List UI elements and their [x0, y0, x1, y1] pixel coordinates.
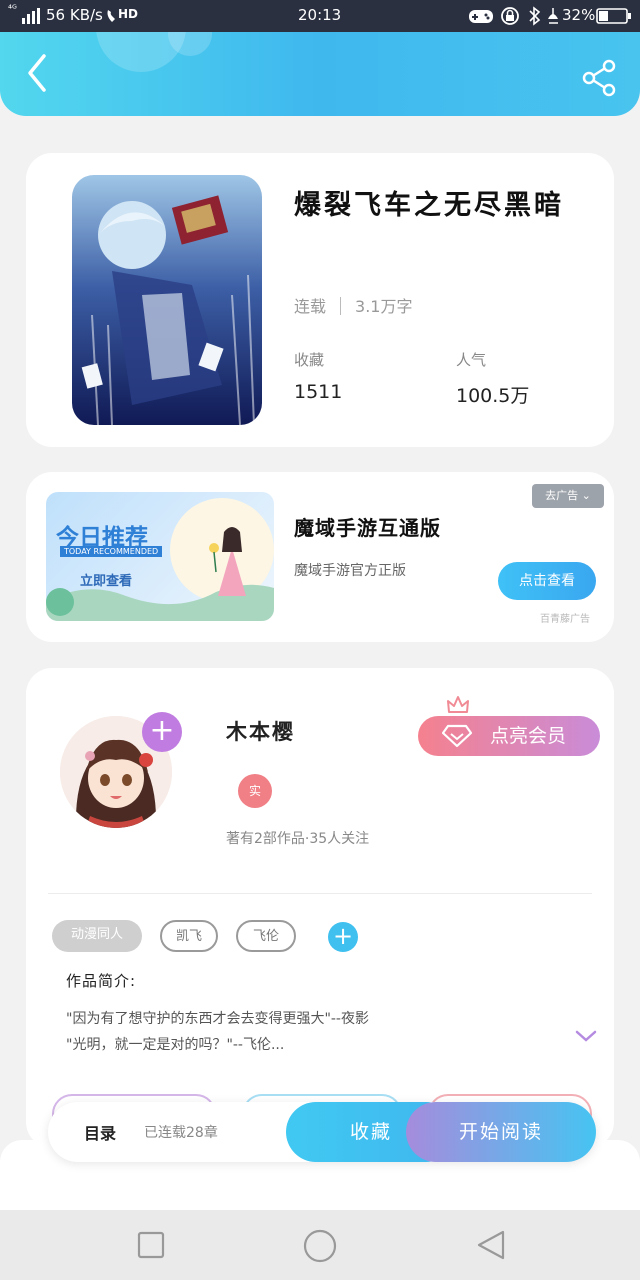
back-nav-icon[interactable] — [474, 1228, 508, 1262]
author-name: 木本樱 — [226, 720, 295, 744]
ad-banner-image[interactable]: 今日推荐 TODAY RECOMMENDED 立即查看 — [46, 492, 274, 621]
vip-button[interactable]: 点亮会员 — [418, 716, 600, 756]
share-icon[interactable] — [580, 58, 620, 98]
back-icon[interactable] — [20, 48, 60, 98]
tag-item[interactable]: 飞伦 — [236, 920, 296, 952]
network-speed: 56 KB/s — [46, 6, 103, 24]
toc-button[interactable]: 目录 — [84, 1120, 116, 1144]
battery-percent: 32% — [562, 6, 596, 24]
ad-title: 魔域手游互通版 — [294, 516, 441, 540]
recent-apps-icon[interactable] — [136, 1230, 166, 1260]
ad-cta-button[interactable]: 点击查看 — [498, 562, 596, 600]
vip-button-label: 点亮会员 — [490, 725, 567, 747]
gamepad-icon — [469, 10, 493, 23]
start-reading-button[interactable]: 开始阅读 — [406, 1102, 596, 1162]
favorites-label: 收藏 — [294, 351, 325, 369]
verified-badge: 实 — [238, 774, 272, 808]
intro-label: 作品简介: — [66, 972, 137, 990]
author-card: + 木本樱 实 著有2部作品·35人关注 点亮会员 动漫同人 凯飞 飞伦 + 作… — [26, 668, 614, 1148]
crown-icon — [447, 696, 469, 713]
battery-icon — [596, 8, 631, 24]
alarm-icon — [548, 8, 558, 24]
popularity-count: 100.5万 — [456, 385, 530, 407]
divider — [340, 297, 342, 315]
lock-rotation-icon — [501, 7, 519, 25]
hd-indicator: HD — [118, 7, 139, 21]
network-indicator: ⁴ᴳ — [8, 4, 17, 15]
popularity-label: 人气 — [456, 351, 487, 369]
signal-icon — [22, 8, 40, 24]
header — [0, 32, 640, 116]
chapter-count: 已连载28章 — [144, 1125, 218, 1141]
system-nav-bar — [0, 1210, 640, 1280]
chevron-down-icon[interactable] — [574, 1028, 598, 1044]
add-tag-button[interactable]: + — [328, 922, 358, 952]
action-bar: 目录 已连载28章 收藏 开始阅读 — [48, 1102, 596, 1162]
book-info-card: 爆裂飞车之无尽黑暗 连载 3.1万字 收藏 1511 人气 100.5万 — [26, 153, 614, 447]
home-icon[interactable] — [302, 1228, 338, 1264]
intro-text-line: "光明，就一定是对的吗？"--飞伦... — [66, 1037, 285, 1053]
serial-status: 连载 — [294, 297, 327, 316]
diamond-icon — [442, 724, 472, 748]
banner-subtitle: TODAY RECOMMENDED — [60, 546, 163, 557]
remove-ad-button[interactable]: 去广告 ⌄ — [532, 484, 604, 508]
favorites-count: 1511 — [294, 381, 343, 403]
book-title: 爆裂飞车之无尽黑暗 — [294, 190, 564, 221]
status-bar: ⁴ᴳ 56 KB/s HD 20:13 32% — [0, 0, 640, 32]
ad-description: 魔域手游官方正版 — [294, 563, 406, 579]
ad-source-label: 百青藤广告 — [540, 614, 590, 625]
author-stats: 著有2部作品·35人关注 — [226, 831, 370, 847]
tag-item[interactable]: 动漫同人 — [52, 920, 142, 952]
intro-text-line: "因为有了想守护的东西才会去变得更强大"--夜影 — [66, 1011, 369, 1027]
banner-view-button[interactable]: 立即查看 — [80, 570, 132, 589]
book-status-row: 连载 3.1万字 — [294, 293, 412, 317]
follow-author-button[interactable]: + — [142, 712, 182, 752]
book-cover[interactable] — [72, 175, 262, 425]
divider — [48, 893, 592, 894]
bluetooth-icon — [529, 6, 541, 26]
ad-card[interactable]: 今日推荐 TODAY RECOMMENDED 立即查看 魔域手游互通版 魔域手游… — [26, 472, 614, 642]
word-count: 3.1万字 — [355, 297, 413, 316]
clock: 20:13 — [298, 6, 342, 24]
tag-item[interactable]: 凯飞 — [160, 920, 218, 952]
